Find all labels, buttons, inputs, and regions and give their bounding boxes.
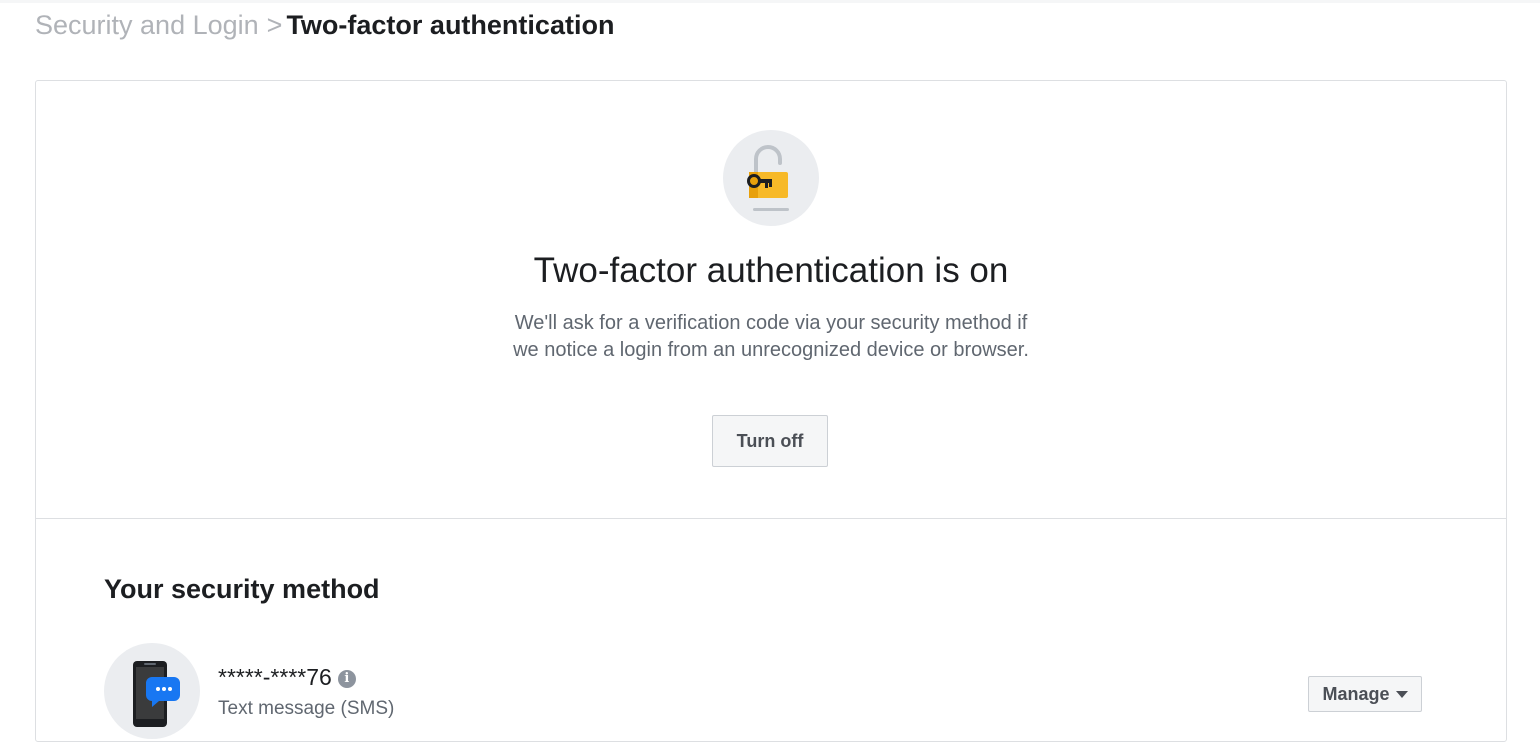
turn-off-button[interactable]: Turn off	[712, 415, 828, 467]
manage-button-label: Manage	[1322, 683, 1390, 704]
phone-badge	[104, 643, 200, 739]
page-title: Two-factor authentication	[286, 10, 615, 40]
chevron-down-icon	[1395, 690, 1408, 698]
breadcrumb-separator: >	[266, 10, 283, 40]
two-factor-card: Two-factor authentication is on We'll as…	[35, 80, 1507, 742]
breadcrumb: Security and Login > Two-factor authentica…	[35, 8, 614, 42]
unlocked-padlock-key-icon	[747, 145, 789, 211]
breadcrumb-link-security-and-login[interactable]: Security and Login	[35, 10, 259, 40]
phone-message-icon	[133, 661, 180, 727]
method-number-line: *****-****76 i	[218, 663, 356, 691]
top-strip	[0, 0, 1540, 3]
lock-badge	[723, 130, 819, 226]
method-type: Text message (SMS)	[218, 698, 395, 719]
security-method-heading: Your security method	[104, 574, 380, 604]
info-icon[interactable]: i	[337, 670, 356, 688]
status-title: Two-factor authentication is on	[533, 251, 1009, 290]
status-panel: Two-factor authentication is on We'll as…	[36, 81, 1506, 519]
manage-button[interactable]: Manage	[1308, 676, 1422, 712]
masked-phone-number: *****-****76	[218, 664, 332, 690]
status-description: We'll ask for a verification code via yo…	[513, 312, 1029, 361]
security-method-row: *****-****76 i Text message (SMS) Manage	[104, 643, 1424, 743]
